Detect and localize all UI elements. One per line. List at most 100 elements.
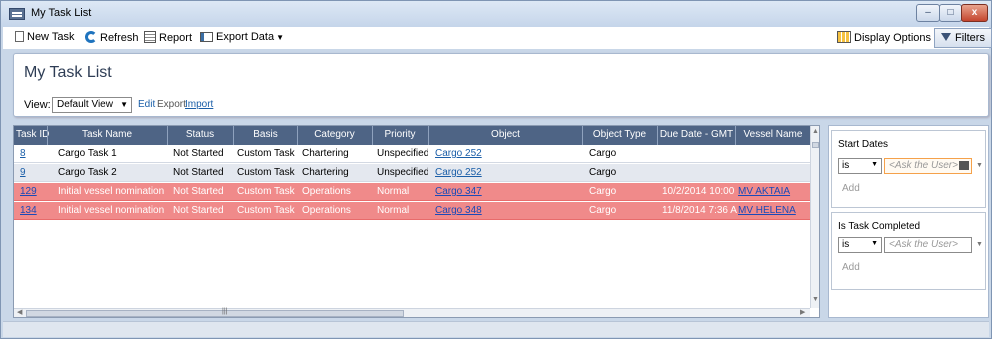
filter-date-value-input[interactable]: <Ask the User> [884, 158, 972, 174]
object-type-cell: Cargo [589, 186, 617, 197]
vessel-link[interactable]: MV HELENA [738, 205, 810, 216]
vessel-link[interactable]: MV AKTAIA [738, 186, 810, 197]
object-link[interactable]: Cargo 252 [435, 148, 580, 159]
column-header-due-date[interactable]: Due Date - GMT [658, 129, 735, 140]
filter-operator-select[interactable]: is ▼ [838, 237, 882, 253]
display-options-button[interactable]: Display Options▼ [837, 31, 941, 46]
column-header-basis[interactable]: Basis [234, 129, 297, 140]
view-select-value: Default View [57, 99, 113, 110]
column-header-status[interactable]: Status [168, 129, 232, 140]
report-icon [144, 31, 156, 43]
task-id-link[interactable]: 134 [20, 205, 46, 216]
category-cell: Operations [302, 186, 351, 197]
filters-button[interactable]: Filters [934, 28, 992, 48]
basis-cell: Custom Task [237, 205, 295, 216]
column-header-vessel-name[interactable]: Vessel Name [736, 129, 810, 140]
horizontal-scroll-thumb[interactable]: ||| [26, 308, 404, 317]
column-header-priority[interactable]: Priority [373, 129, 427, 140]
object-link[interactable]: Cargo 347 [435, 186, 580, 197]
filters-panel: Start Dates is ▼ <Ask the User> ▼ Add Is … [828, 125, 989, 318]
filter-operator-value: is [842, 239, 850, 250]
basis-cell: Custom Task [237, 186, 295, 197]
app-icon [9, 8, 25, 20]
export-data-button[interactable]: Export Data ▼ [200, 31, 284, 46]
vertical-scrollbar[interactable]: ▲ ▼ [810, 126, 819, 308]
task-id-link[interactable]: 9 [20, 167, 46, 178]
filter-value-placeholder: <Ask the User> [889, 239, 958, 250]
filter-task-completed: Is Task Completed is ▼ <Ask the User> ▼ A… [831, 212, 986, 290]
filter-options-icon[interactable]: ▼ [976, 162, 983, 169]
status-bar [3, 321, 989, 337]
column-header-task-id[interactable]: Task ID [16, 129, 49, 140]
task-id-link[interactable]: 8 [20, 148, 46, 159]
maximize-button[interactable]: □ [939, 4, 962, 22]
table-row[interactable]: 8 Cargo Task 1 Not Started Custom Task C… [14, 145, 810, 163]
calendar-icon[interactable] [959, 161, 969, 170]
horizontal-scrollbar[interactable]: ◀ ||| ▶ [14, 308, 810, 317]
dropdown-arrow-icon: ▼ [120, 100, 128, 109]
status-cell: Not Started [173, 186, 224, 197]
priority-cell: Normal [377, 186, 410, 197]
due-date-cell: 11/8/2014 7:36 AM [662, 205, 737, 216]
filter-operator-value: is [842, 160, 850, 171]
dropdown-arrow-icon: ▼ [871, 161, 878, 168]
category-cell: Chartering [302, 148, 349, 159]
task-id-link[interactable]: 129 [20, 186, 46, 197]
object-type-cell: Cargo [589, 205, 617, 216]
view-select[interactable]: Default View ▼ [52, 97, 132, 113]
category-cell: Chartering [302, 167, 349, 178]
new-task-button[interactable]: New Task [15, 31, 74, 46]
display-options-label: Display Options [854, 32, 932, 44]
view-label: View: [24, 99, 51, 111]
task-name-cell: Cargo Task 1 [58, 148, 117, 159]
scroll-up-icon[interactable]: ▲ [812, 128, 819, 135]
category-cell: Operations [302, 205, 351, 216]
scroll-down-icon[interactable]: ▼ [812, 296, 819, 303]
scroll-left-icon[interactable]: ◀ [17, 308, 22, 316]
import-view-link[interactable]: Import [185, 99, 213, 110]
grid-header: Task ID Task Name Status Basis Category … [14, 126, 810, 145]
table-row[interactable]: 129 Initial vessel nomination Not Starte… [14, 183, 810, 201]
chevron-down-icon: ▼ [276, 33, 285, 42]
object-link[interactable]: Cargo 348 [435, 205, 580, 216]
filter-add-link[interactable]: Add [842, 183, 860, 194]
close-button[interactable]: x [961, 4, 988, 22]
column-header-object[interactable]: Object [429, 129, 582, 140]
app-window: My Task List – □ x New Task Refresh Repo… [0, 0, 992, 339]
new-document-icon [15, 31, 24, 42]
priority-cell: Unspecified [377, 148, 428, 159]
toolbar: New Task Refresh Report Export Data ▼ Dis… [3, 27, 992, 49]
task-name-cell: Initial vessel nomination [58, 186, 165, 197]
display-grid-icon [837, 31, 851, 43]
filter-add-link[interactable]: Add [842, 262, 860, 273]
table-row[interactable]: 134 Initial vessel nomination Not Starte… [14, 202, 810, 220]
scroll-right-icon[interactable]: ▶ [800, 308, 805, 316]
filter-options-icon[interactable]: ▼ [976, 241, 983, 248]
filter-value-placeholder: <Ask the User> [889, 160, 958, 171]
column-header-category[interactable]: Category [298, 129, 371, 140]
minimize-button[interactable]: – [916, 4, 940, 22]
filter-label: Is Task Completed [838, 221, 921, 232]
object-link[interactable]: Cargo 252 [435, 167, 580, 178]
filter-operator-select[interactable]: is ▼ [838, 158, 882, 174]
basis-cell: Custom Task [237, 148, 295, 159]
table-row[interactable]: 9 Cargo Task 2 Not Started Custom Task C… [14, 164, 810, 182]
basis-cell: Custom Task [237, 167, 295, 178]
edit-view-link[interactable]: Edit [138, 99, 155, 110]
column-header-object-type[interactable]: Object Type [583, 129, 656, 140]
dropdown-arrow-icon: ▼ [871, 240, 878, 247]
filter-value-input[interactable]: <Ask the User> [884, 237, 972, 253]
page-title: My Task List [24, 64, 112, 81]
report-button[interactable]: Report [144, 31, 192, 46]
export-view-link[interactable]: Export [157, 99, 186, 110]
column-header-task-name[interactable]: Task Name [48, 129, 166, 140]
refresh-label: Refresh [100, 32, 139, 44]
status-cell: Not Started [173, 205, 224, 216]
refresh-button[interactable]: Refresh [85, 31, 139, 46]
report-label: Report [159, 32, 193, 44]
vertical-scroll-thumb[interactable] [812, 142, 819, 148]
filter-icon [941, 33, 951, 41]
new-task-label: New Task [27, 31, 75, 43]
task-name-cell: Initial vessel nomination [58, 205, 165, 216]
window-title: My Task List [31, 7, 92, 19]
